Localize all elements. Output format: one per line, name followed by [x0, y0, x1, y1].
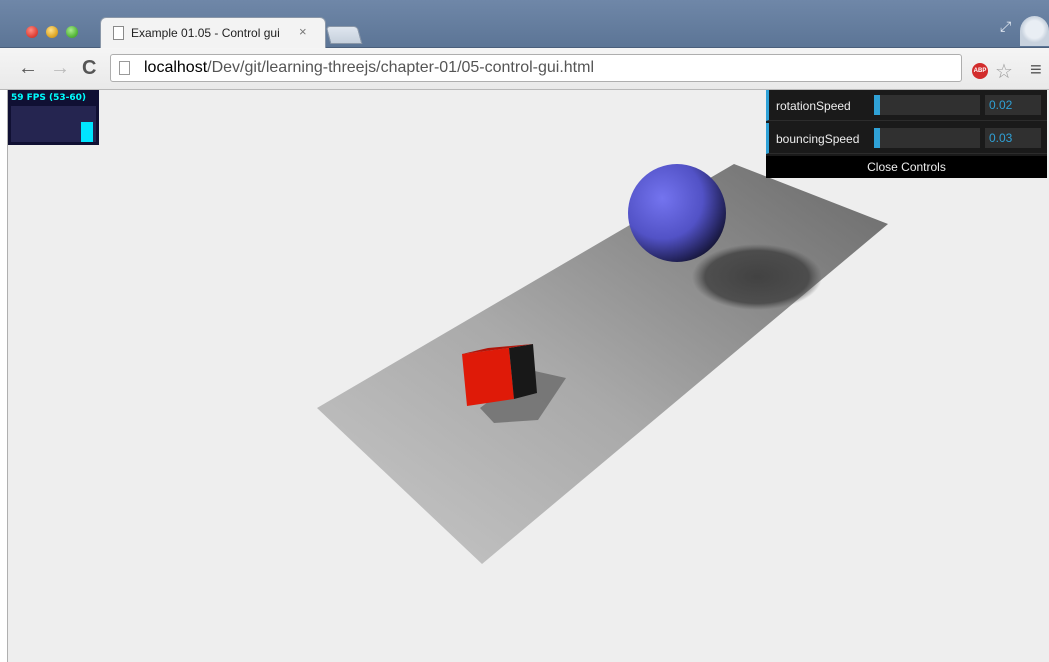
adblock-icon[interactable]: ABP — [972, 63, 988, 79]
close-controls-button[interactable]: Close Controls — [766, 156, 1047, 178]
window-titlebar: Example 01.05 - Control gui × ⤢ — [0, 0, 1049, 48]
reload-button[interactable]: C — [82, 57, 96, 80]
browser-tab[interactable]: Example 01.05 - Control gui × — [100, 17, 326, 48]
rotation-speed-input[interactable]: 0.02 — [985, 95, 1041, 115]
control-label: bouncingSpeed — [776, 132, 860, 146]
fullscreen-icon[interactable]: ⤢ — [1000, 18, 1016, 34]
bookmark-star-icon[interactable]: ☆ — [995, 59, 1013, 84]
rotation-speed-slider[interactable] — [874, 95, 980, 115]
address-bar[interactable]: localhost/Dev/git/learning-threejs/chapt… — [110, 54, 962, 82]
webgl-canvas[interactable]: 59 FPS (53-60) rotationSpeed 0.02 bounci… — [7, 90, 1049, 662]
zoom-window-button[interactable] — [66, 26, 78, 38]
control-row-bouncing-speed: bouncingSpeed 0.03 — [766, 123, 1047, 154]
menu-icon[interactable]: ≡ — [1030, 59, 1042, 82]
sphere — [628, 164, 726, 262]
page-icon — [113, 26, 124, 40]
fps-readout: 59 FPS (53-60) — [11, 93, 87, 103]
browser-toolbar: ← → C localhost/Dev/git/learning-threejs… — [0, 48, 1049, 90]
close-window-button[interactable] — [26, 26, 38, 38]
page-icon — [119, 61, 130, 75]
sphere-shadow — [692, 244, 822, 310]
control-label: rotationSpeed — [776, 99, 851, 113]
back-button[interactable]: ← — [18, 57, 38, 80]
cube-front-face — [462, 348, 514, 406]
url-text[interactable]: localhost/Dev/git/learning-threejs/chapt… — [144, 59, 594, 77]
slider-fill — [874, 128, 880, 148]
bouncing-speed-input[interactable]: 0.03 — [985, 128, 1041, 148]
control-row-rotation-speed: rotationSpeed 0.02 — [766, 90, 1047, 121]
ground-plane — [317, 164, 888, 564]
minimize-window-button[interactable] — [46, 26, 58, 38]
forward-button[interactable]: → — [50, 57, 70, 80]
fps-graph — [11, 106, 96, 142]
cube-side-face — [509, 344, 537, 399]
stats-panel[interactable]: 59 FPS (53-60) — [8, 90, 99, 145]
slider-fill — [874, 95, 880, 115]
tab-close-icon[interactable]: × — [299, 24, 307, 39]
url-host: localhost — [144, 59, 208, 76]
url-path: /Dev/git/learning-threejs/chapter-01/05-… — [207, 59, 595, 76]
incognito-icon — [1020, 16, 1049, 46]
control-gui-panel: rotationSpeed 0.02 bouncingSpeed 0.03 Cl… — [766, 90, 1047, 178]
tab-title: Example 01.05 - Control gui — [131, 26, 280, 40]
new-tab-button[interactable] — [325, 26, 363, 44]
fps-bar — [81, 122, 93, 142]
bouncing-speed-slider[interactable] — [874, 128, 980, 148]
